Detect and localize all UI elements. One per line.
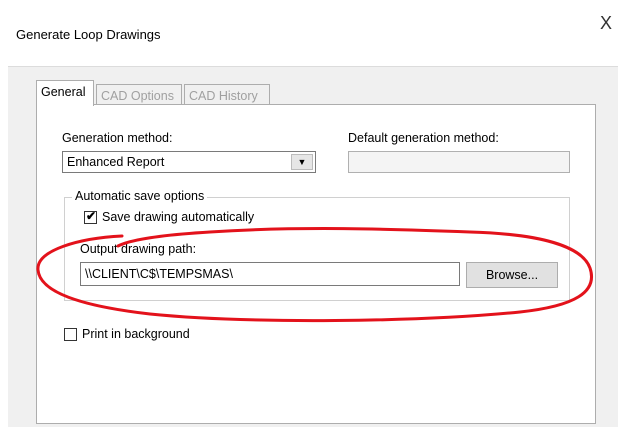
checkmark-icon: ✔	[86, 209, 97, 223]
generation-method-value: Enhanced Report	[67, 155, 165, 169]
auto-save-group-label: Automatic save options	[72, 189, 208, 203]
output-path-value: \\CLIENT\C$\TEMPSMAS\	[85, 267, 233, 281]
browse-button[interactable]: Browse...	[466, 262, 558, 288]
tab-cad-history[interactable]: CAD History	[184, 84, 270, 106]
print-background-label: Print in background	[82, 327, 190, 341]
default-generation-field	[348, 151, 570, 173]
print-background-checkbox[interactable]	[64, 328, 77, 341]
save-auto-checkbox[interactable]: ✔	[84, 209, 97, 224]
generation-method-select[interactable]: Enhanced Report ▼	[62, 151, 316, 173]
close-icon[interactable]: X	[600, 14, 618, 36]
tab-cad-options[interactable]: CAD Options	[96, 84, 182, 106]
tab-general-label: General	[41, 85, 86, 99]
default-generation-label: Default generation method:	[348, 131, 499, 145]
dialog-title: Generate Loop Drawings	[16, 27, 161, 42]
generation-method-label: Generation method:	[62, 131, 173, 145]
tab-cad-history-label: CAD History	[189, 89, 258, 103]
output-path-input[interactable]: \\CLIENT\C$\TEMPSMAS\	[80, 262, 460, 286]
chevron-down-icon[interactable]: ▼	[291, 154, 313, 170]
save-auto-label: Save drawing automatically	[102, 210, 255, 224]
tab-general[interactable]: General	[36, 80, 94, 107]
dialog-window: Generate Loop Drawings X General CAD Opt…	[0, 0, 618, 427]
output-path-label: Output drawing path:	[80, 242, 197, 256]
tab-cad-options-label: CAD Options	[101, 89, 174, 103]
